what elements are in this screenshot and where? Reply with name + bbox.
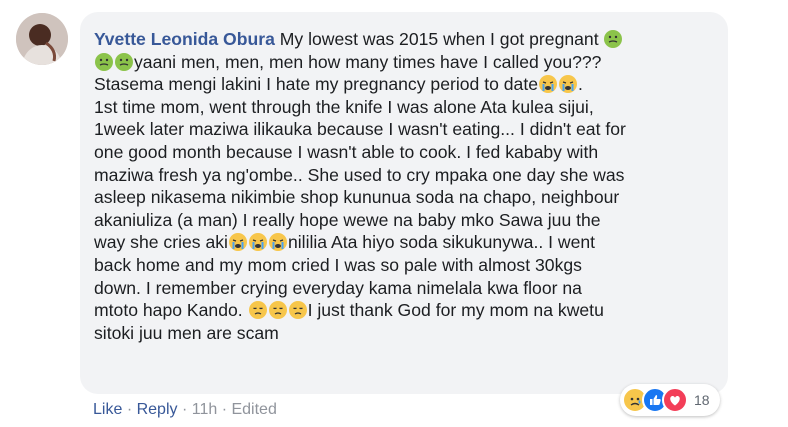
disappointed-face-icon: [268, 301, 287, 320]
nauseated-face-icon: [95, 52, 113, 71]
separator: ·: [126, 401, 133, 418]
comment-author[interactable]: Yvette Leonida Obura: [94, 29, 275, 49]
disappointed-face-icon: [248, 301, 267, 320]
crying-face-icon: [268, 233, 287, 252]
avatar[interactable]: [16, 13, 68, 65]
timestamp-link[interactable]: 11h: [192, 401, 218, 418]
edited-label[interactable]: Edited: [231, 401, 276, 418]
comment-text: Yvette Leonida Obura My lowest was 2015 …: [94, 29, 626, 343]
reply-link[interactable]: Reply: [137, 401, 178, 418]
reactions-summary[interactable]: 18: [620, 384, 720, 416]
like-link[interactable]: Like: [93, 401, 122, 418]
separator: ·: [181, 401, 188, 418]
crying-face-icon: [228, 233, 247, 252]
nauseated-face-icon: [115, 52, 133, 71]
separator: ·: [221, 401, 228, 418]
disappointed-face-icon: [288, 301, 307, 320]
crying-face-icon: [248, 233, 267, 252]
nauseated-face-icon: [604, 30, 623, 48]
crying-face-icon: [559, 75, 578, 94]
comment-actions: Like · Reply · 11h · Edited: [93, 401, 277, 419]
love-reaction-icon: [662, 387, 688, 413]
comment-bubble: Yvette Leonida Obura My lowest was 2015 …: [80, 12, 728, 394]
reaction-count: 18: [694, 392, 710, 408]
crying-face-icon: [539, 75, 558, 94]
